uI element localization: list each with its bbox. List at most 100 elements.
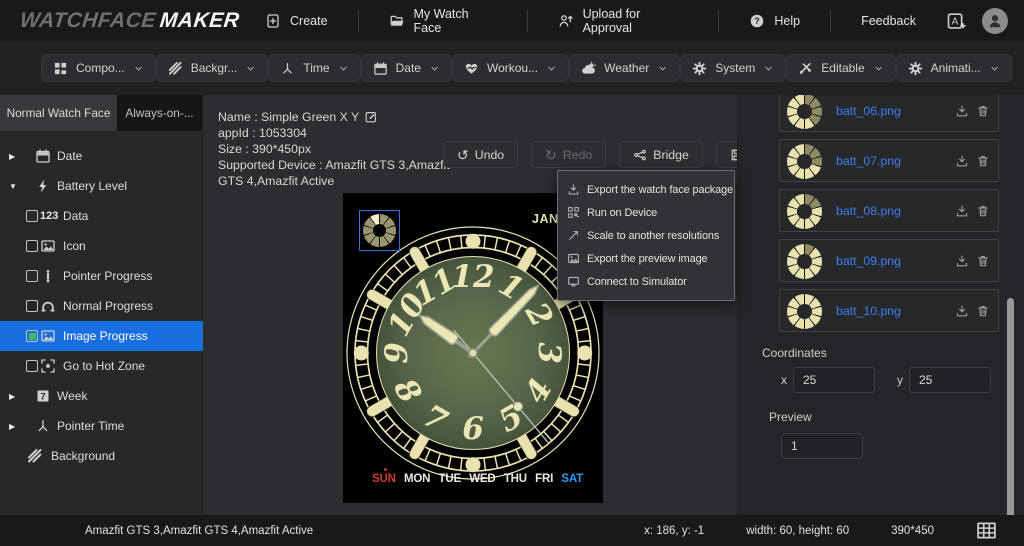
tree-item-background[interactable]: Background <box>0 441 203 471</box>
user-avatar[interactable] <box>982 8 1008 34</box>
menu-item-export-the-preview-image[interactable]: Export the preview image <box>558 247 734 270</box>
weekday-sat: SAT <box>561 473 583 485</box>
nav-item-feedback[interactable]: Feedback <box>831 0 946 41</box>
toolbar-button-backgr[interactable]: Backgr... <box>156 54 269 82</box>
trash-icon[interactable] <box>976 204 990 218</box>
chevron-down-icon <box>245 63 256 74</box>
qr-icon <box>567 206 580 219</box>
visibility-checkbox[interactable] <box>26 330 38 342</box>
calendar-icon <box>35 148 51 164</box>
trash-icon[interactable] <box>976 104 990 118</box>
toolbar-button-label: Animati... <box>931 61 981 75</box>
menu-item-connect-to-simulator[interactable]: Connect to Simulator <box>558 270 734 293</box>
file-name-link[interactable]: batt_07.png <box>836 154 901 168</box>
grid-icon <box>976 520 997 541</box>
nav-item-create[interactable]: Create <box>235 0 358 41</box>
download-icon[interactable] <box>955 204 969 218</box>
tree-item-label: Date <box>57 149 82 163</box>
toolbar-button-editable[interactable]: Editable <box>786 54 895 82</box>
file-name-link[interactable]: batt_10.png <box>836 304 901 318</box>
tree-item-battery-level[interactable]: ▼ Battery Level <box>0 171 203 201</box>
toolbar-button-workou[interactable]: Workou... <box>452 54 569 82</box>
watchface-size: Size : 390*450px <box>218 141 460 157</box>
tab-always-on[interactable]: Always-on-... <box>117 95 202 131</box>
toolbar-button-label: Date <box>396 61 421 75</box>
toolbar-button-date[interactable]: Date <box>361 54 452 82</box>
edit-name-icon[interactable] <box>364 110 378 124</box>
menu-item-run-on-device[interactable]: Run on Device <box>558 201 734 224</box>
nav-item-my-watch-face[interactable]: My Watch Face <box>359 0 527 41</box>
bridge-button[interactable]: Bridge <box>619 141 703 168</box>
nav-item-help[interactable]: ?Help <box>719 0 830 41</box>
tree-item-label: Go to Hot Zone <box>63 359 145 373</box>
undo-button[interactable]: ↺ Undo <box>443 141 518 168</box>
download-icon[interactable] <box>955 304 969 318</box>
tree-item-date[interactable]: ▶ Date <box>0 141 203 171</box>
tree-item-icon[interactable]: Icon <box>0 231 203 261</box>
logo-maker: MAKER <box>159 9 241 32</box>
x-coordinate-input[interactable] <box>793 367 875 393</box>
battery-image-progress-widget[interactable] <box>359 210 400 251</box>
toolbar-button-system[interactable]: System <box>680 54 786 82</box>
expand-icon[interactable]: ▶ <box>9 392 15 401</box>
weekday-mon: MON <box>404 473 430 485</box>
status-selection-size: width: 60, height: 60 <box>746 525 849 537</box>
expand-icon[interactable]: ▶ <box>9 152 15 161</box>
weekday-tue: TUE <box>439 473 461 485</box>
tree-item-data[interactable]: 123Data <box>0 201 203 231</box>
file-plus-icon <box>265 13 281 29</box>
file-card-batt-07-png: batt_07.png <box>779 139 999 182</box>
svg-text:7: 7 <box>40 392 45 403</box>
file-name-link[interactable]: batt_08.png <box>836 204 901 218</box>
tab-normal-watch-face[interactable]: Normal Watch Face <box>0 95 117 131</box>
toolbar-button-time[interactable]: Time <box>268 54 360 82</box>
visibility-checkbox[interactable] <box>26 210 38 222</box>
toolbar-button-weather[interactable]: Weather <box>569 54 680 82</box>
tree-item-week[interactable]: ▶7Week <box>0 381 203 411</box>
tree-item-normal-progress[interactable]: Normal Progress <box>0 291 203 321</box>
visibility-checkbox[interactable] <box>26 300 38 312</box>
visibility-checkbox[interactable] <box>26 360 38 372</box>
menu-item-scale-to-another-resolutions[interactable]: Scale to another resolutions <box>558 224 734 247</box>
tree-item-pointer-time[interactable]: ▶Pointer Time <box>0 411 203 441</box>
trash-icon[interactable] <box>976 304 990 318</box>
tree-item-image-progress[interactable]: Image Progress <box>0 321 203 351</box>
download-icon[interactable] <box>955 104 969 118</box>
file-card-batt-06-png: batt_06.png <box>779 95 999 132</box>
watchface-name: Name : Simple Green X Y <box>218 109 359 125</box>
nav-item-upload-for-approval[interactable]: Upload for Approval <box>528 0 719 41</box>
panel-scrollbar[interactable] <box>1007 298 1014 515</box>
y-coordinate-input[interactable] <box>909 367 991 393</box>
redo-button[interactable]: ↻ Redo <box>531 141 606 168</box>
nav-items: CreateMy Watch FaceUpload for Approval?H… <box>235 0 946 41</box>
download-icon[interactable] <box>955 254 969 268</box>
toolbar-button-label: System <box>715 61 755 75</box>
data-123-icon: 123 <box>40 210 58 222</box>
chevron-down-icon <box>546 63 557 74</box>
gear-icon <box>692 61 707 76</box>
file-name-link[interactable]: batt_09.png <box>836 254 901 268</box>
tree-item-label: Battery Level <box>57 179 127 193</box>
trash-icon[interactable] <box>976 154 990 168</box>
visibility-checkbox[interactable] <box>26 240 38 252</box>
layer-sidebar: Normal Watch Face Always-on-... ▶ Date ▼ Ba… <box>0 95 203 515</box>
toolbar-button-animati[interactable]: Animati... <box>896 54 1012 82</box>
toolbar-button-compo[interactable]: Compo... <box>41 54 156 82</box>
trash-icon[interactable] <box>976 254 990 268</box>
grid-toggle-icon[interactable] <box>976 520 997 541</box>
expand-icon[interactable]: ▶ <box>9 422 15 431</box>
collapse-icon[interactable]: ▼ <box>9 182 17 191</box>
file-name-link[interactable]: batt_06.png <box>836 104 901 118</box>
arc-icon <box>40 298 56 314</box>
visibility-checkbox[interactable] <box>26 270 38 282</box>
hatch-icon <box>168 61 183 76</box>
chevron-down-icon <box>989 63 1000 74</box>
translate-icon[interactable]: A <box>946 11 966 31</box>
preview-input[interactable] <box>781 433 863 459</box>
menu-item-export-the-watch-face-package[interactable]: Export the watch face package <box>558 178 734 201</box>
status-resolution: 390*450 <box>891 525 934 537</box>
download-icon[interactable] <box>955 154 969 168</box>
tree-item-pointer-progress[interactable]: Pointer Progress <box>0 261 203 291</box>
tree-item-go-to-hot-zone[interactable]: Go to Hot Zone <box>0 351 203 381</box>
edit-pencil-icon <box>364 110 378 124</box>
